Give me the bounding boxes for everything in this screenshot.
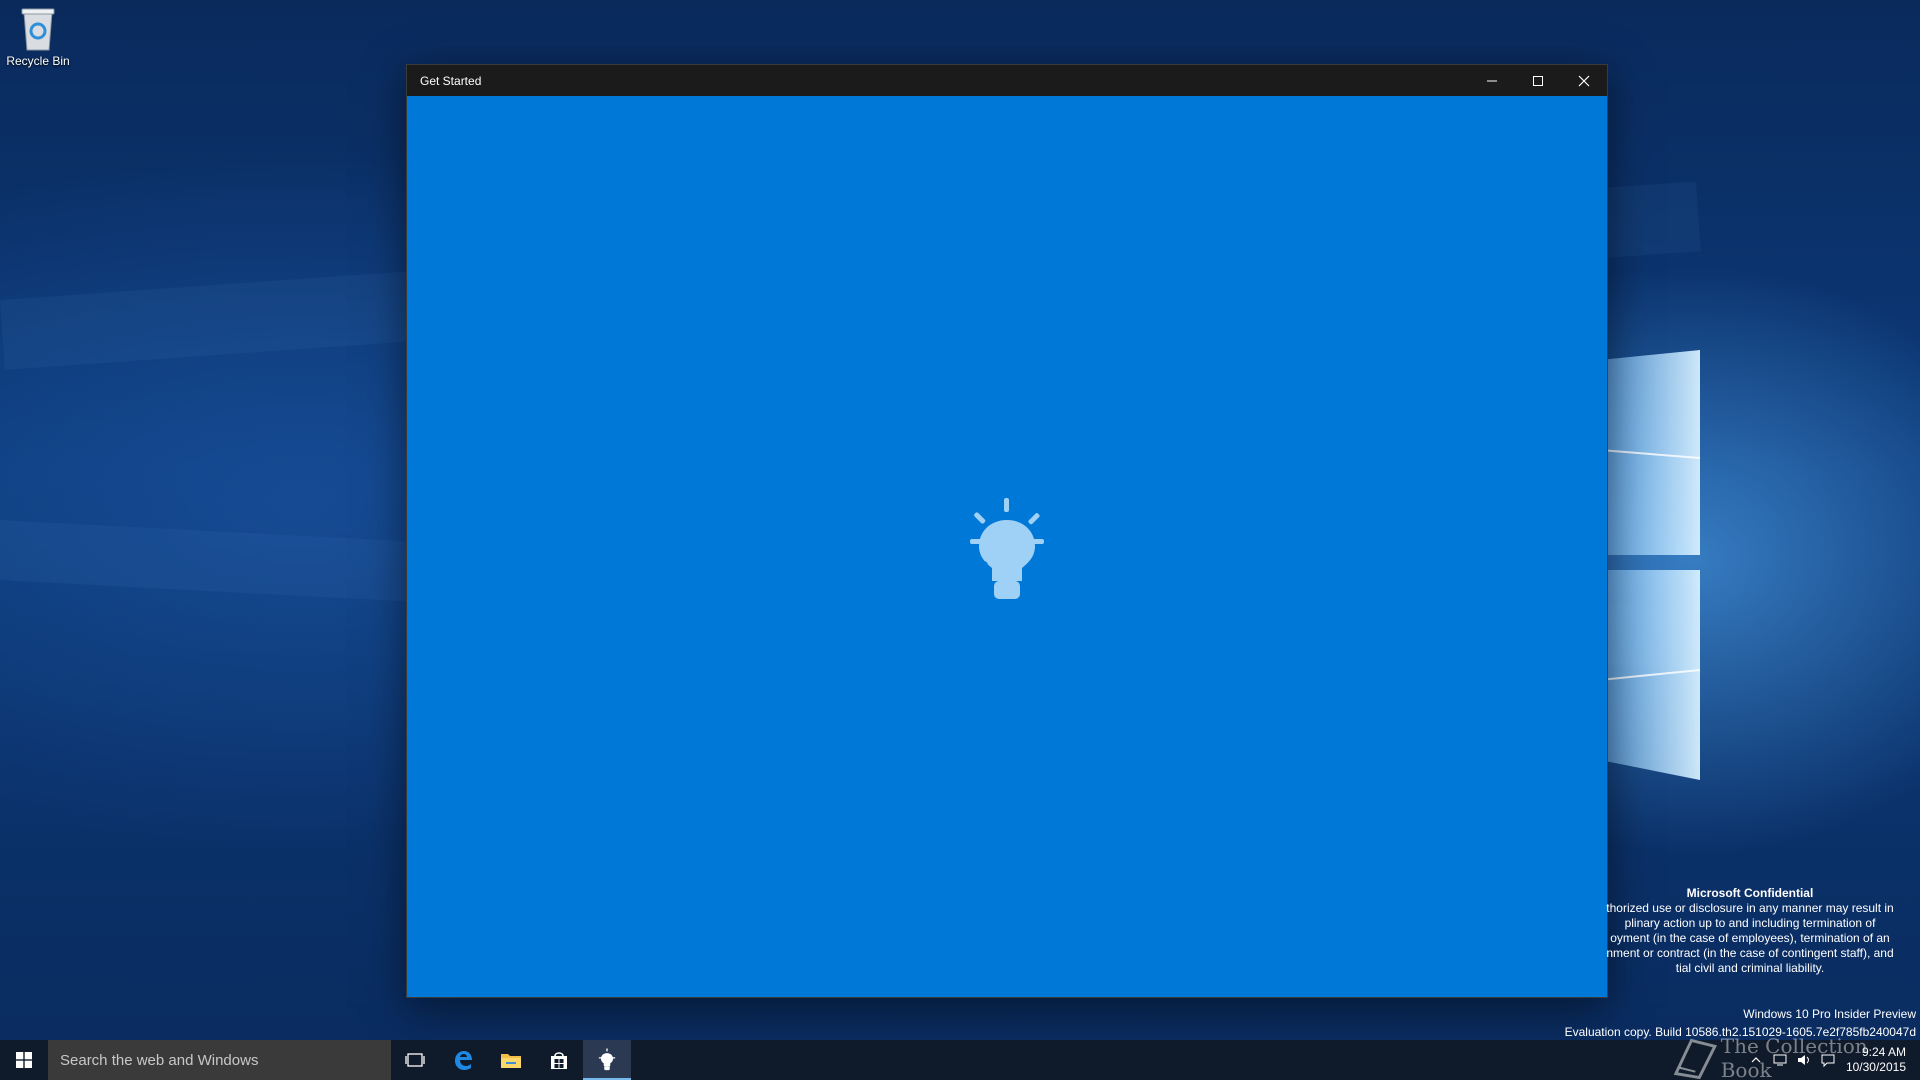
confidential-line: oyment (in the case of employees), termi…: [1610, 931, 1890, 945]
edge-icon: [455, 1051, 472, 1070]
taskbar: Search the web and Windows 9:24 AM 10/30…: [0, 1040, 1920, 1080]
taskbar-search-box[interactable]: Search the web and Windows: [48, 1040, 391, 1080]
book-icon: [1673, 1038, 1718, 1080]
windows-logo-wallpaper-icon: [1600, 350, 1701, 780]
desktop-icon-label: Recycle Bin: [6, 54, 70, 68]
lightbulb-icon: [970, 498, 1044, 599]
collection-book-watermark: The Collection Book: [1670, 1034, 1920, 1080]
get-started-taskbar-button[interactable]: [583, 1040, 631, 1080]
build-edition: Windows 10 Pro Insider Preview: [1743, 1007, 1916, 1021]
store-icon: [551, 1052, 567, 1069]
maximize-icon: [1533, 75, 1543, 86]
window-titlebar[interactable]: Get Started: [407, 65, 1607, 96]
watermark-text: The Collection Book: [1720, 1034, 1868, 1080]
minimize-button[interactable]: [1469, 65, 1515, 96]
minimize-icon: [1487, 80, 1497, 81]
recycle-bin-icon: [21, 8, 55, 51]
desktop-icon-recycle-bin[interactable]: Recycle Bin: [4, 6, 72, 68]
windows-start-icon: [16, 1052, 32, 1068]
confidential-line: tial civil and criminal liability.: [1675, 961, 1825, 975]
get-started-window[interactable]: Get Started: [406, 64, 1608, 998]
edge-button[interactable]: [439, 1040, 487, 1080]
get-started-icon: [598, 1048, 616, 1071]
confidential-line: plinary action up to and including termi…: [1624, 916, 1876, 930]
maximize-button[interactable]: [1515, 65, 1561, 96]
close-icon: [1578, 75, 1590, 86]
task-view-icon: [405, 1053, 425, 1067]
close-button[interactable]: [1561, 65, 1607, 96]
confidential-line: thorized use or disclosure in any manner…: [1606, 901, 1894, 915]
search-placeholder: Search the web and Windows: [60, 1051, 259, 1069]
file-explorer-button[interactable]: [487, 1040, 535, 1080]
window-title: Get Started: [420, 73, 482, 88]
task-view-button[interactable]: [391, 1040, 439, 1080]
store-button[interactable]: [535, 1040, 583, 1080]
confidential-heading: Microsoft Confidential: [1686, 886, 1814, 900]
confidential-line: nment or contract (in the case of contin…: [1606, 946, 1894, 960]
file-explorer-icon: [501, 1054, 521, 1068]
window-content: [407, 96, 1607, 997]
start-button[interactable]: [0, 1040, 48, 1080]
confidential-notice: Microsoft Confidential thorized use or d…: [1600, 886, 1900, 976]
